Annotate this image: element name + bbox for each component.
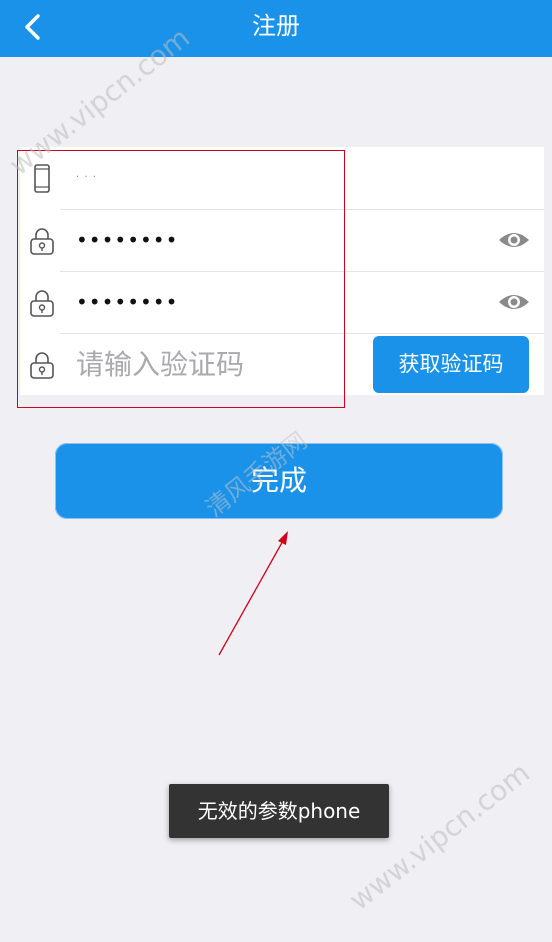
- app-header: 注册: [0, 0, 552, 57]
- page-title: 注册: [252, 12, 300, 40]
- eye-icon[interactable]: [498, 229, 530, 251]
- annotation-arrow-icon: [218, 531, 288, 656]
- eye-icon[interactable]: [498, 291, 530, 313]
- get-code-button[interactable]: 获取验证码: [373, 336, 529, 393]
- highlight-box: [17, 150, 345, 408]
- toast-message: 无效的参数phone: [169, 784, 389, 838]
